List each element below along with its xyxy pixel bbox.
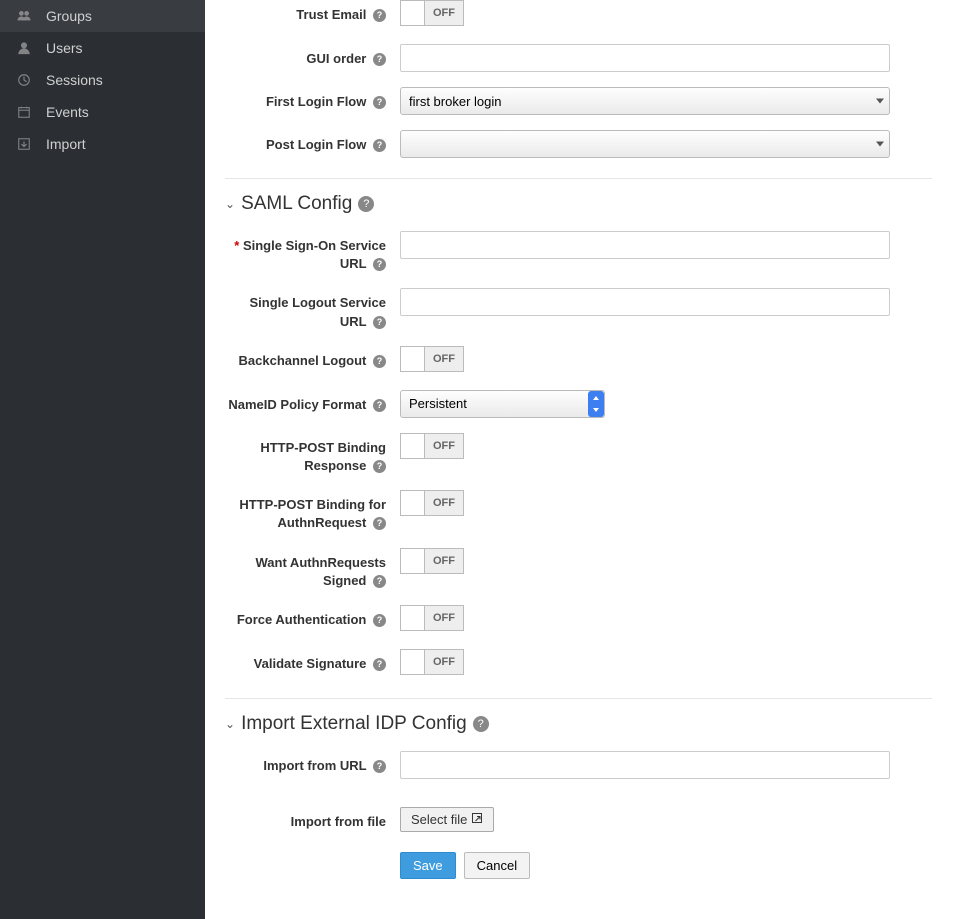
sidebar-item-label: Users <box>46 40 83 56</box>
toggle-on-button[interactable] <box>400 346 424 372</box>
post-login-flow-label: Post Login Flow ? <box>225 130 400 154</box>
http-post-authn-toggle[interactable]: OFF <box>400 490 464 516</box>
toggle-on-button[interactable] <box>400 0 424 26</box>
toggle-off-button[interactable]: OFF <box>424 490 464 516</box>
import-file-label: Import from file <box>225 807 400 831</box>
import-config-header[interactable]: ⌄ Import External IDP Config ? <box>225 713 932 735</box>
cancel-button[interactable]: Cancel <box>464 852 530 879</box>
gui-order-label: GUI order ? <box>225 44 400 68</box>
sidebar-item-label: Groups <box>46 8 92 24</box>
sso-url-label: * Single Sign-On Service URL ? <box>225 231 400 273</box>
backchannel-toggle[interactable]: OFF <box>400 346 464 372</box>
toggle-off-button[interactable]: OFF <box>424 0 464 26</box>
calendar-icon <box>16 104 32 120</box>
backchannel-label: Backchannel Logout ? <box>225 346 400 370</box>
saml-config-header[interactable]: ⌄ SAML Config ? <box>225 193 932 215</box>
help-icon[interactable]: ? <box>373 9 386 22</box>
import-url-input[interactable] <box>400 751 890 779</box>
toggle-off-button[interactable]: OFF <box>424 548 464 574</box>
slo-url-label: Single Logout Service URL ? <box>225 288 400 330</box>
force-authn-label: Force Authentication ? <box>225 605 400 629</box>
trust-email-toggle[interactable]: OFF <box>400 0 464 26</box>
sidebar-item-events[interactable]: Events <box>0 96 205 128</box>
toggle-off-button[interactable]: OFF <box>424 433 464 459</box>
upload-icon <box>471 812 483 827</box>
sidebar-item-sessions[interactable]: Sessions <box>0 64 205 96</box>
clock-icon <box>16 72 32 88</box>
trust-email-label: Trust Email ? <box>225 0 400 24</box>
post-login-flow-select[interactable] <box>400 130 890 158</box>
chevron-down-icon: ⌄ <box>225 717 235 731</box>
want-signed-toggle[interactable]: OFF <box>400 548 464 574</box>
toggle-on-button[interactable] <box>400 548 424 574</box>
http-post-authn-label: HTTP-POST Binding for AuthnRequest ? <box>225 490 400 532</box>
help-icon[interactable]: ? <box>373 517 386 530</box>
first-login-flow-select[interactable]: first broker login <box>400 87 890 115</box>
first-login-flow-label: First Login Flow ? <box>225 87 400 111</box>
want-signed-label: Want AuthnRequests Signed ? <box>225 548 400 590</box>
help-icon[interactable]: ? <box>373 316 386 329</box>
nameid-select[interactable]: Persistent <box>400 390 605 418</box>
help-icon[interactable]: ? <box>373 399 386 412</box>
toggle-on-button[interactable] <box>400 433 424 459</box>
help-icon[interactable]: ? <box>373 760 386 773</box>
toggle-off-button[interactable]: OFF <box>424 346 464 372</box>
section-title: SAML Config <box>241 193 352 215</box>
help-icon[interactable]: ? <box>373 258 386 271</box>
toggle-off-button[interactable]: OFF <box>424 649 464 675</box>
help-icon[interactable]: ? <box>473 716 489 732</box>
toggle-on-button[interactable] <box>400 490 424 516</box>
nameid-label: NameID Policy Format ? <box>225 390 400 414</box>
sidebar-item-users[interactable]: Users <box>0 32 205 64</box>
help-icon[interactable]: ? <box>373 355 386 368</box>
sidebar-item-label: Sessions <box>46 72 103 88</box>
sidebar-item-groups[interactable]: Groups <box>0 0 205 32</box>
help-icon[interactable]: ? <box>373 575 386 588</box>
help-icon[interactable]: ? <box>373 460 386 473</box>
help-icon[interactable]: ? <box>373 96 386 109</box>
select-arrows-icon <box>588 391 604 417</box>
toggle-on-button[interactable] <box>400 649 424 675</box>
chevron-down-icon: ⌄ <box>225 197 235 211</box>
save-button[interactable]: Save <box>400 852 456 879</box>
help-icon[interactable]: ? <box>373 139 386 152</box>
user-icon <box>16 40 32 56</box>
validate-sig-toggle[interactable]: OFF <box>400 649 464 675</box>
force-authn-toggle[interactable]: OFF <box>400 605 464 631</box>
sidebar-item-label: Import <box>46 136 86 152</box>
sidebar-item-import[interactable]: Import <box>0 128 205 160</box>
help-icon[interactable]: ? <box>373 614 386 627</box>
slo-url-input[interactable] <box>400 288 890 316</box>
toggle-off-button[interactable]: OFF <box>424 605 464 631</box>
help-icon[interactable]: ? <box>358 196 374 212</box>
toggle-on-button[interactable] <box>400 605 424 631</box>
sso-url-input[interactable] <box>400 231 890 259</box>
section-title: Import External IDP Config <box>241 713 467 735</box>
import-url-label: Import from URL ? <box>225 751 400 775</box>
gui-order-input[interactable] <box>400 44 890 72</box>
main-content: Trust Email ? OFF GUI order ? First Logi… <box>205 0 962 919</box>
help-icon[interactable]: ? <box>373 53 386 66</box>
validate-sig-label: Validate Signature ? <box>225 649 400 673</box>
help-icon[interactable]: ? <box>373 658 386 671</box>
groups-icon <box>16 8 32 24</box>
sidebar: Groups Users Sessions Events Import <box>0 0 205 919</box>
sidebar-item-label: Events <box>46 104 89 120</box>
import-icon <box>16 136 32 152</box>
http-post-resp-toggle[interactable]: OFF <box>400 433 464 459</box>
select-file-button[interactable]: Select file <box>400 807 494 832</box>
http-post-resp-label: HTTP-POST Binding Response ? <box>225 433 400 475</box>
